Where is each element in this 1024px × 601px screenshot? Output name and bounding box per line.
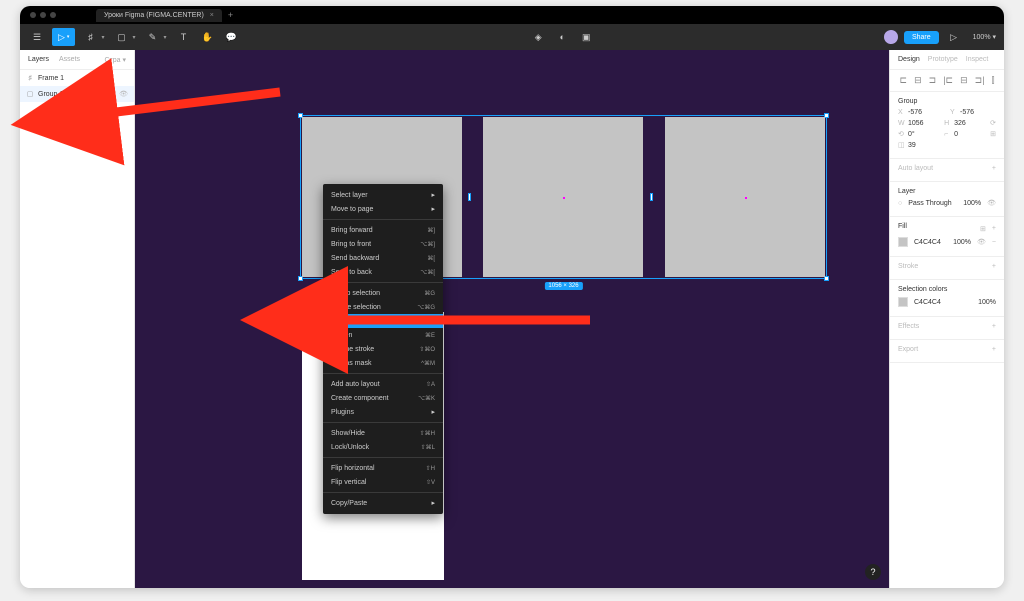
ctx-mask[interactable]: Use as mask^⌘M bbox=[323, 356, 443, 370]
export-section[interactable]: Export+ bbox=[890, 340, 1004, 363]
radius-input[interactable]: 0 bbox=[954, 131, 958, 138]
stroke-section[interactable]: Stroke+ bbox=[890, 257, 1004, 280]
lock-icon[interactable]: 🔒 bbox=[107, 90, 116, 98]
zoom-level[interactable]: 100% ▾ bbox=[973, 33, 996, 41]
add-icon[interactable]: + bbox=[992, 165, 996, 172]
ctx-bring-front[interactable]: Bring to front⌥⌘] bbox=[323, 237, 443, 251]
ctx-select-layer[interactable]: Select layer▸ bbox=[323, 188, 443, 202]
properties-panel: Design Prototype Inspect ⊏⊟⊐|⊏⊟⊐|⫿ Group… bbox=[889, 50, 1004, 588]
component-icon[interactable]: ◈ bbox=[529, 28, 547, 46]
ctx-send-back[interactable]: Send to back⌥⌘[ bbox=[323, 265, 443, 279]
ctx-move-to-page[interactable]: Move to page▸ bbox=[323, 202, 443, 216]
remove-icon[interactable]: − bbox=[992, 239, 996, 246]
avatar[interactable] bbox=[884, 30, 898, 44]
comment-tool[interactable]: 💬 bbox=[222, 28, 240, 46]
assets-tab[interactable]: Assets bbox=[59, 56, 80, 63]
fill-section: Fill⊞+ C4C4C4 100% 👁 − bbox=[890, 217, 1004, 257]
ctx-flatten[interactable]: Flatten⌘E bbox=[323, 328, 443, 342]
group-icon: ▢ bbox=[26, 90, 34, 98]
layer-group-1[interactable]: ▢ Group 1 🔒 👁 bbox=[20, 86, 134, 102]
independent-corners-icon[interactable]: ⊞ bbox=[990, 130, 996, 138]
move-tool[interactable]: ▷▾ bbox=[52, 28, 75, 46]
new-tab-button[interactable]: + bbox=[228, 10, 233, 20]
add-export-icon[interactable]: + bbox=[992, 346, 996, 353]
context-menu: Select layer▸ Move to page▸ Bring forwar… bbox=[323, 184, 443, 514]
frame-icon: ♯ bbox=[26, 74, 34, 82]
add-stroke-icon[interactable]: + bbox=[992, 263, 996, 270]
ctx-group[interactable]: Group selection⌘G bbox=[323, 286, 443, 300]
visibility-icon[interactable]: 👁 bbox=[987, 199, 996, 207]
ctx-frame-selection[interactable]: Frame selection⌥⌘G bbox=[323, 300, 443, 314]
rectangle-3[interactable] bbox=[665, 117, 825, 277]
x-input[interactable]: -576 bbox=[908, 109, 922, 116]
boolean-icon[interactable]: ▣ bbox=[577, 28, 595, 46]
auto-layout-section[interactable]: Auto layout+ bbox=[890, 159, 1004, 182]
h-input[interactable]: 326 bbox=[954, 120, 966, 127]
fill-swatch[interactable] bbox=[898, 237, 908, 247]
align-tools[interactable]: ⊏⊟⊐|⊏⊟⊐|⫿ bbox=[890, 70, 1004, 92]
style-icon[interactable]: ⊞ bbox=[980, 225, 986, 233]
layers-panel: Layers Assets Стра ▾ ♯ Frame 1 ▢ Group 1… bbox=[20, 50, 135, 588]
pen-tool[interactable]: ✎ bbox=[143, 28, 161, 46]
prototype-tab[interactable]: Prototype bbox=[928, 56, 958, 63]
design-tab[interactable]: Design bbox=[898, 56, 920, 63]
ctx-flip-v[interactable]: Flip vertical⇧V bbox=[323, 475, 443, 489]
opacity-input[interactable]: 100% bbox=[963, 200, 981, 207]
ctx-copy-paste[interactable]: Copy/Paste▸ bbox=[323, 496, 443, 510]
ctx-show-hide[interactable]: Show/Hide⇧⌘H bbox=[323, 426, 443, 440]
window-controls[interactable] bbox=[30, 12, 56, 18]
frame-tool[interactable]: ♯ bbox=[81, 28, 99, 46]
sel-swatch[interactable] bbox=[898, 297, 908, 307]
share-button[interactable]: Share bbox=[904, 31, 939, 44]
size-badge: 1056 × 326 bbox=[544, 282, 582, 290]
canvas[interactable]: 1056 × 326 Frame 1 Select layer▸ Move to… bbox=[135, 50, 889, 588]
selection-colors-section: Selection colors C4C4C4 100% bbox=[890, 280, 1004, 317]
ctx-send-backward[interactable]: Send backward⌘[ bbox=[323, 251, 443, 265]
opacity-r-input[interactable]: 39 bbox=[908, 142, 916, 149]
y-input[interactable]: -576 bbox=[960, 109, 974, 116]
constrain-icon[interactable]: ⟳ bbox=[990, 119, 996, 127]
ctx-plugins[interactable]: Plugins▸ bbox=[323, 405, 443, 419]
help-button[interactable]: ? bbox=[865, 564, 881, 580]
visibility-icon[interactable]: 👁 bbox=[977, 238, 986, 246]
hand-tool[interactable]: ✋ bbox=[198, 28, 216, 46]
ctx-ungroup[interactable]: Ungroup⇧⌘G bbox=[323, 314, 443, 328]
present-button[interactable]: ▷ bbox=[945, 28, 963, 46]
text-tool[interactable]: T bbox=[174, 28, 192, 46]
tab-title: Уроки Figma (FIGMA.CENTER) bbox=[104, 12, 204, 19]
menu-button[interactable]: ☰ bbox=[28, 28, 46, 46]
toolbar: ☰ ▷▾ ♯▾ ▢▾ ✎▾ T ✋ 💬 ◈ ◐ ▣ Share ▷ 100% ▾ bbox=[20, 24, 1004, 50]
ctx-bring-forward[interactable]: Bring forward⌘] bbox=[323, 223, 443, 237]
ctx-lock[interactable]: Lock/Unlock⇧⌘L bbox=[323, 440, 443, 454]
add-effect-icon[interactable]: + bbox=[992, 323, 996, 330]
rectangle-2[interactable] bbox=[483, 117, 643, 277]
frame-label: Frame 1 bbox=[302, 303, 324, 309]
shape-tool[interactable]: ▢ bbox=[112, 28, 130, 46]
layer-frame-1[interactable]: ♯ Frame 1 bbox=[20, 70, 134, 86]
ctx-component[interactable]: Create component⌥⌘K bbox=[323, 391, 443, 405]
mask-icon[interactable]: ◐ bbox=[553, 28, 571, 46]
titlebar: Уроки Figma (FIGMA.CENTER) × + bbox=[20, 6, 1004, 24]
ctx-flip-h[interactable]: Flip horizontal⇧H bbox=[323, 461, 443, 475]
close-icon[interactable]: × bbox=[210, 12, 214, 19]
file-tab[interactable]: Уроки Figma (FIGMA.CENTER) × bbox=[96, 9, 222, 22]
w-input[interactable]: 1056 bbox=[908, 120, 924, 127]
effects-section[interactable]: Effects+ bbox=[890, 317, 1004, 340]
layer-section: Layer ○ Pass Through 100% 👁 bbox=[890, 182, 1004, 217]
transform-section: Group X-576 Y-576 W1056 H326 ⟳ ⟲0° ⌐0 ⊞ … bbox=[890, 92, 1004, 159]
page-dropdown[interactable]: Стра ▾ bbox=[104, 56, 126, 64]
rotation-input[interactable]: 0° bbox=[908, 131, 915, 138]
ctx-outline[interactable]: Outline stroke⇧⌘O bbox=[323, 342, 443, 356]
inspect-tab[interactable]: Inspect bbox=[966, 56, 989, 63]
layers-tab[interactable]: Layers bbox=[28, 56, 49, 63]
visibility-icon[interactable]: 👁 bbox=[119, 90, 128, 98]
fill-hex[interactable]: C4C4C4 bbox=[914, 239, 941, 246]
blend-mode[interactable]: Pass Through bbox=[908, 200, 951, 207]
ctx-auto-layout[interactable]: Add auto layout⇧A bbox=[323, 377, 443, 391]
add-fill-icon[interactable]: + bbox=[992, 225, 996, 232]
fill-opacity[interactable]: 100% bbox=[953, 239, 971, 246]
layer-actions[interactable]: 🔒 👁 bbox=[107, 90, 128, 98]
